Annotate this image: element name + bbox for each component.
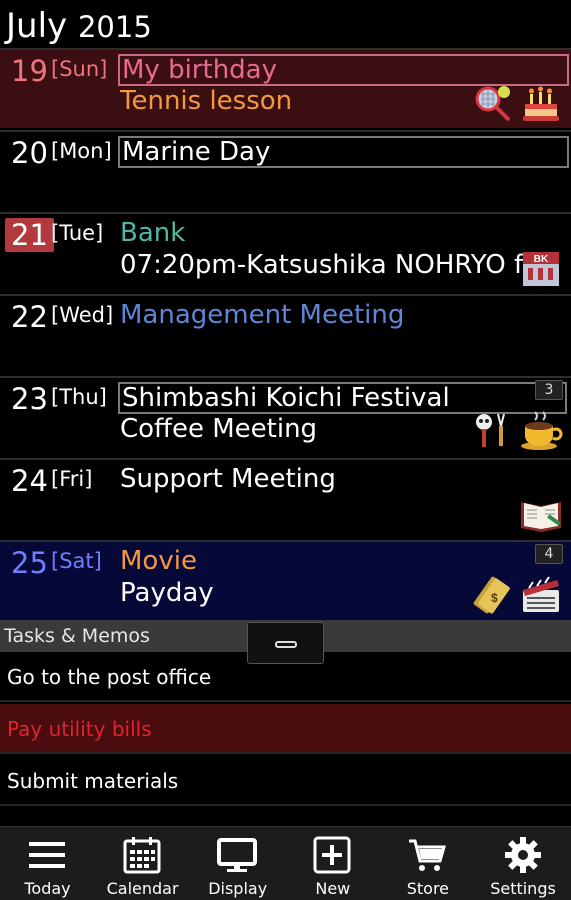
svg-text:BK: BK [534, 254, 549, 265]
nav-display-button[interactable]: Display [190, 827, 285, 900]
nav-calendar-button[interactable]: Calendar [95, 827, 190, 900]
nav-new-button[interactable]: New [285, 827, 380, 900]
task-label: Go to the post office [7, 665, 212, 689]
coffee-icon [519, 408, 563, 452]
day-row[interactable]: 19 [Sun] My birthday Tennis lesson [0, 48, 571, 128]
event-item[interactable]: Management Meeting [120, 300, 404, 330]
weekday-label: [Wed] [51, 303, 114, 327]
day-number: 22 [11, 300, 48, 334]
event-item[interactable]: Payday [120, 578, 214, 608]
day-number: 20 [11, 136, 48, 170]
holiday-event[interactable]: Marine Day [118, 136, 569, 168]
weekday-label: [Fri] [51, 467, 93, 491]
day-number: 25 [11, 546, 48, 580]
task-item[interactable]: Pay utility bills [0, 704, 571, 754]
day-number: 24 [11, 464, 48, 498]
book-icon [519, 492, 563, 536]
event-item[interactable]: Movie [120, 546, 197, 576]
bank-icon: BK [519, 246, 563, 290]
day-row[interactable]: 24 [Fri] Support Meeting [0, 458, 571, 538]
nav-label: Display [208, 879, 268, 898]
nav-label: Today [24, 879, 71, 898]
festival-icon [471, 408, 515, 452]
nav-store-button[interactable]: Store [380, 827, 475, 900]
gear-icon [503, 835, 543, 875]
bottom-nav: Today Calendar Display New Store Settings [0, 826, 571, 900]
drag-handle[interactable] [247, 622, 324, 664]
nav-settings-button[interactable]: Settings [476, 827, 571, 900]
today-date-badge: 21 [5, 218, 54, 252]
event-count-badge: 3 [535, 380, 563, 400]
month-header: July 2015 [0, 0, 571, 48]
event-item[interactable]: Support Meeting [120, 464, 336, 494]
money-icon: $ [471, 572, 515, 616]
month-title[interactable]: July 2015 [6, 6, 152, 47]
day-number: 23 [11, 382, 48, 416]
clapperboard-icon [519, 572, 563, 616]
day-row[interactable]: 25 [Sat] Movie Payday 4 $ [0, 540, 571, 620]
weekday-label: [Sun] [51, 57, 108, 81]
task-item[interactable]: Submit materials [0, 756, 571, 806]
collapse-handle-icon [275, 641, 297, 648]
nav-label: Settings [490, 879, 556, 898]
tennis-icon [471, 82, 515, 126]
event-item[interactable]: Tennis lesson [120, 86, 292, 116]
event-count-badge: 4 [535, 544, 563, 564]
birthday-cake-icon [519, 82, 563, 126]
svg-text:$: $ [491, 591, 498, 605]
event-item[interactable]: 07:20pm-Katsushika NOHRYO f.. [120, 250, 538, 280]
weekday-label: [Tue] [51, 221, 104, 245]
tasks-memos-title: Tasks & Memos [4, 625, 150, 647]
day-row[interactable]: 23 [Thu] Shimbashi Koichi Festival Coffee M… [0, 376, 571, 456]
weekday-label: [Sat] [51, 549, 102, 573]
weekday-label: [Thu] [51, 385, 107, 409]
weekday-label: [Mon] [51, 139, 112, 163]
hamburger-icon [27, 835, 67, 875]
day-row[interactable]: 22 [Wed] Management Meeting [0, 294, 571, 374]
nav-label: Store [406, 879, 450, 898]
day-number: 19 [11, 54, 48, 88]
task-label: Submit materials [7, 769, 179, 793]
day-row[interactable]: 20 [Mon] Marine Day [0, 130, 571, 210]
nav-label: Calendar [106, 879, 179, 898]
monitor-icon [217, 835, 258, 875]
event-item[interactable]: Bank [120, 218, 185, 248]
plus-icon [312, 835, 352, 875]
event-item[interactable]: Coffee Meeting [120, 414, 317, 444]
nav-today-button[interactable]: Today [0, 827, 95, 900]
day-row[interactable]: 21 [Tue] Bank 07:20pm-Katsushika NOHRYO f..… [0, 212, 571, 292]
calendar-icon [122, 835, 162, 875]
task-label: Pay utility bills [7, 717, 152, 741]
year-label: 2015 [77, 10, 152, 44]
nav-label: New [315, 879, 351, 898]
cart-icon [407, 835, 447, 875]
month-name: July [6, 6, 68, 46]
